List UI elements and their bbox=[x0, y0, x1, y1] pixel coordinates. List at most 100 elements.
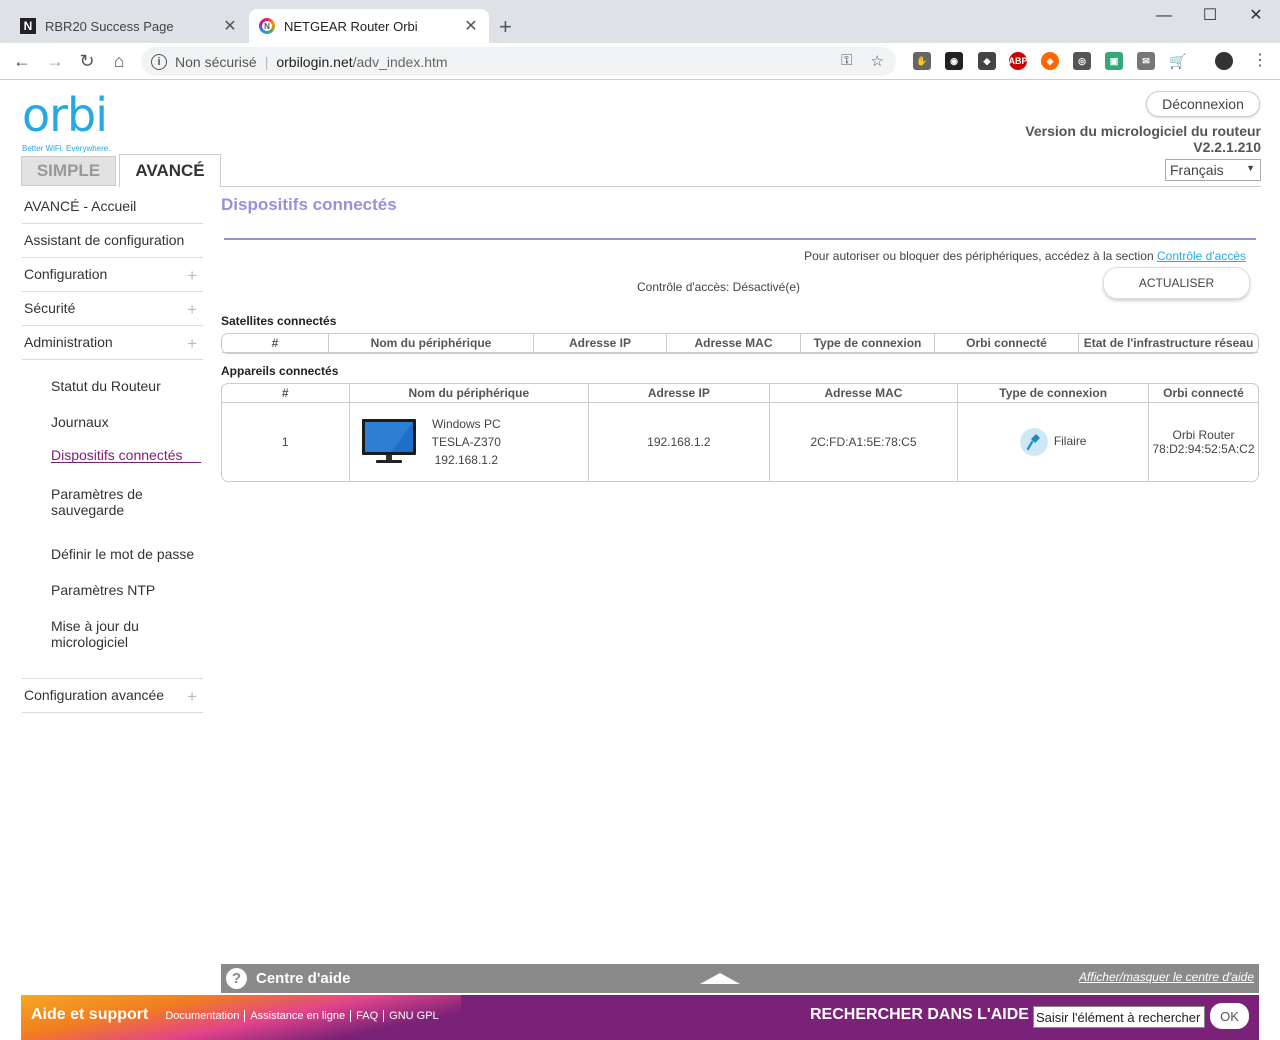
sidebar-item-administration[interactable]: Administration + bbox=[24, 334, 203, 353]
extension-glasses-icon[interactable]: ◉ bbox=[945, 52, 963, 70]
sidebar-item-label: Assistant de configuration bbox=[24, 232, 185, 248]
key-icon[interactable]: ⚿ bbox=[841, 52, 852, 70]
divider bbox=[22, 712, 203, 713]
home-icon[interactable]: ⌂ bbox=[107, 51, 131, 71]
browser-toolbar: ← → ↻ ⌂ i Non sécurisé | orbilogin.net/a… bbox=[0, 43, 1280, 80]
logo-text: orbi bbox=[22, 88, 108, 142]
access-control-note: Pour autoriser ou bloquer des périphériq… bbox=[804, 249, 1246, 263]
search-ok-button[interactable]: OK bbox=[1210, 1003, 1249, 1029]
firmware-label: Version du micrologiciel du routeur bbox=[1025, 123, 1261, 139]
device-connection-cell: Filaire bbox=[958, 403, 1149, 481]
column-header: Nom du périphérique bbox=[349, 384, 590, 403]
orbi-logo: orbi Better WiFi. Everywhere. bbox=[22, 92, 110, 153]
sidebar-item-label: Configuration bbox=[24, 266, 108, 282]
footer-link-online-support[interactable]: Assistance en ligne bbox=[245, 1010, 352, 1022]
sidebar-item-logs[interactable]: Journaux bbox=[51, 414, 109, 430]
divider bbox=[22, 291, 203, 292]
maximize-window-button[interactable]: ☐ bbox=[1187, 4, 1233, 30]
refresh-button[interactable]: ACTUALISER bbox=[1103, 267, 1250, 299]
access-control-link[interactable]: Contrôle d'accès bbox=[1157, 249, 1246, 263]
sidebar-item-backup-settings[interactable]: Paramètres de sauvegarde bbox=[51, 486, 161, 518]
extension-puzzle-icon[interactable]: ✋ bbox=[913, 52, 931, 70]
close-tab-icon[interactable]: ✕ bbox=[222, 16, 238, 36]
minimize-window-button[interactable]: — bbox=[1141, 4, 1187, 30]
toggle-help-center-link[interactable]: Afficher/masquer le centre d'aide bbox=[1079, 970, 1254, 984]
back-arrow-icon[interactable]: ← bbox=[10, 51, 34, 71]
extension-lightbulb-icon[interactable]: ◎ bbox=[1073, 52, 1091, 70]
orbi-mac: 78:D2:94:52:5A:C2 bbox=[1152, 442, 1255, 456]
column-header: Adresse IP bbox=[534, 334, 667, 353]
extension-ghost-icon[interactable]: ◆ bbox=[978, 52, 996, 70]
sidebar-item-connected-devices[interactable]: Dispositifs connectés bbox=[51, 447, 183, 463]
url-path: /adv_index.htm bbox=[352, 53, 448, 70]
expand-plus-icon[interactable]: + bbox=[187, 334, 197, 354]
browser-tab-rbr20[interactable]: N RBR20 Success Page ✕ bbox=[10, 9, 248, 43]
column-header: Adresse MAC bbox=[667, 334, 801, 353]
footer-link-gpl[interactable]: GNU GPL bbox=[384, 1010, 444, 1022]
browser-tab-netgear[interactable]: N NETGEAR Router Orbi ✕ bbox=[249, 9, 489, 43]
extension-orange-icon[interactable]: ◈ bbox=[1041, 52, 1059, 70]
expand-up-arrow-icon[interactable] bbox=[700, 973, 740, 984]
divider bbox=[22, 257, 203, 258]
cart-icon[interactable]: 🛒 bbox=[1169, 52, 1187, 70]
device-mac: 2C:FD:A1:5E:78:C5 bbox=[770, 403, 959, 481]
adblock-plus-icon[interactable]: ABP bbox=[1009, 52, 1028, 70]
forward-arrow-icon[interactable]: → bbox=[43, 51, 67, 71]
sidebar-item-configuration[interactable]: Configuration + bbox=[24, 266, 203, 285]
sidebar-item-ntp-settings[interactable]: Paramètres NTP bbox=[51, 582, 155, 598]
monitor-icon bbox=[362, 419, 416, 463]
orbi-name: Orbi Router bbox=[1172, 428, 1235, 442]
sidebar-item-security[interactable]: Sécurité + bbox=[24, 300, 203, 319]
sidebar-item-router-status[interactable]: Statut du Routeur bbox=[51, 378, 161, 394]
footer-link-documentation[interactable]: Documentation bbox=[160, 1010, 246, 1022]
netgear-favicon-icon: N bbox=[259, 18, 275, 34]
divider bbox=[22, 359, 203, 360]
sidebar-item-set-password[interactable]: Définir le mot de passe bbox=[51, 546, 194, 562]
expand-plus-icon[interactable]: + bbox=[187, 266, 197, 286]
column-header: Type de connexion bbox=[801, 334, 935, 353]
column-header: # bbox=[222, 384, 350, 403]
orbi-admin-page: orbi Better WiFi. Everywhere. SIMPLE AVA… bbox=[0, 80, 1280, 1040]
expand-plus-icon[interactable]: + bbox=[187, 687, 197, 707]
close-tab-icon[interactable]: ✕ bbox=[463, 16, 479, 36]
logout-button[interactable]: Déconnexion bbox=[1146, 91, 1260, 117]
tab-simple[interactable]: SIMPLE bbox=[21, 156, 116, 186]
new-tab-button[interactable]: + bbox=[499, 14, 512, 40]
url-host: orbilogin.net bbox=[276, 53, 353, 70]
language-select[interactable]: Français ▼ bbox=[1165, 159, 1261, 181]
column-header: Etat de l'infrastructure réseau bbox=[1079, 334, 1258, 353]
avatar[interactable] bbox=[1215, 52, 1233, 70]
sidebar-item-setup-wizard[interactable]: Assistant de configuration bbox=[24, 232, 203, 248]
divider bbox=[22, 325, 203, 326]
divider bbox=[22, 678, 203, 679]
divider bbox=[224, 238, 1256, 240]
help-center-bar[interactable]: ? Centre d'aide Afficher/masquer le cent… bbox=[221, 964, 1259, 993]
wired-plug-icon bbox=[1019, 428, 1048, 456]
bookmark-star-icon[interactable]: ☆ bbox=[871, 52, 884, 70]
firmware-version: V2.2.1.210 bbox=[1193, 139, 1261, 155]
column-header: Orbi connecté bbox=[1149, 384, 1258, 403]
menu-dots-icon[interactable]: ⋮ bbox=[1248, 51, 1272, 71]
browser-tabstrip: N RBR20 Success Page ✕ N NETGEAR Router … bbox=[0, 0, 1280, 43]
address-bar[interactable]: i Non sécurisé | orbilogin.net/adv_index… bbox=[141, 47, 896, 76]
divider bbox=[221, 186, 1261, 187]
sidebar-item-firmware-update[interactable]: Mise à jour du micrologiciel bbox=[51, 618, 161, 650]
help-question-icon: ? bbox=[226, 968, 247, 989]
tab-advanced[interactable]: AVANCÉ bbox=[119, 154, 221, 187]
expand-plus-icon[interactable]: + bbox=[187, 300, 197, 320]
satellites-label: Satellites connectés bbox=[221, 314, 337, 328]
mail-icon[interactable]: ✉ bbox=[1137, 52, 1155, 70]
reload-icon[interactable]: ↻ bbox=[75, 51, 99, 71]
extension-image-icon[interactable]: ▣ bbox=[1105, 52, 1123, 70]
table-header-row: # Nom du périphérique Adresse IP Adresse… bbox=[222, 334, 1258, 353]
support-title: Aide et support bbox=[31, 1006, 149, 1023]
help-search-input[interactable] bbox=[1033, 1006, 1205, 1028]
close-window-button[interactable]: ✕ bbox=[1233, 4, 1279, 30]
sidebar-item-advanced-config[interactable]: Configuration avancée + bbox=[24, 687, 203, 706]
info-icon[interactable]: i bbox=[151, 53, 167, 70]
footer-link-faq[interactable]: FAQ bbox=[351, 1010, 385, 1022]
column-header: Adresse MAC bbox=[769, 384, 959, 403]
tab-title: NETGEAR Router Orbi bbox=[284, 18, 418, 34]
omnibox-actions: ⚿ ☆ bbox=[841, 52, 884, 70]
sidebar-item-advanced-home[interactable]: AVANCÉ - Accueil bbox=[24, 198, 203, 214]
